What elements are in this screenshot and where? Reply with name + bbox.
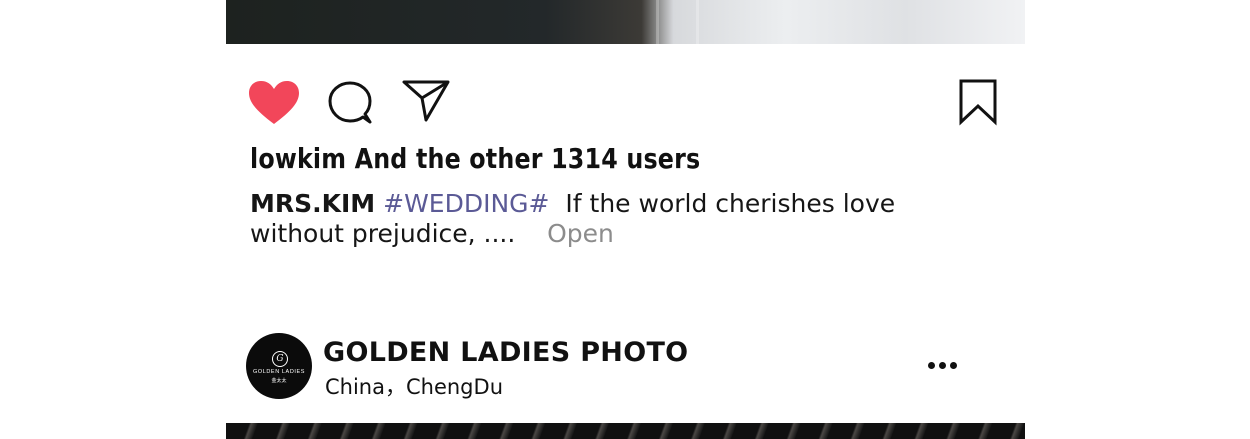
more-dot [939, 362, 946, 369]
caption-hashtag[interactable]: #WEDDING# [383, 189, 549, 218]
post-photo-bottom[interactable] [226, 423, 1025, 439]
post-caption: MRS.KIM #WEDDING# If the world cherishes… [250, 189, 950, 249]
bookmark-icon[interactable] [958, 78, 998, 126]
avatar-brand-sub: 金太太 [271, 378, 287, 384]
avatar-brand-text: GOLDEN LADIES [252, 369, 306, 375]
photo-detail [656, 0, 659, 44]
comment-bubble-icon[interactable] [327, 80, 373, 126]
avatar-monogram: G [272, 351, 288, 367]
caption-open-link[interactable]: Open [547, 219, 614, 248]
heart-filled-icon[interactable] [248, 80, 300, 126]
likes-summary[interactable]: lowkim And the other 1314 users [250, 142, 700, 175]
post-location[interactable]: China，ChengDu [325, 371, 503, 401]
post-photo-top[interactable] [226, 0, 1025, 44]
paper-plane-icon[interactable] [401, 79, 451, 123]
more-dot [928, 362, 935, 369]
more-horizontal-icon[interactable] [924, 358, 960, 374]
photo-detail [696, 0, 699, 44]
more-dot [950, 362, 957, 369]
avatar[interactable]: G GOLDEN LADIES 金太太 [246, 333, 312, 399]
account-name[interactable]: GOLDEN LADIES PHOTO [323, 337, 688, 368]
caption-username[interactable]: MRS.KIM [250, 189, 375, 218]
